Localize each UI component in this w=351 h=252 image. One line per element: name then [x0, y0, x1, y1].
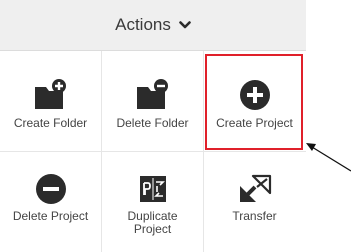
pointer-arrow	[306, 143, 351, 172]
